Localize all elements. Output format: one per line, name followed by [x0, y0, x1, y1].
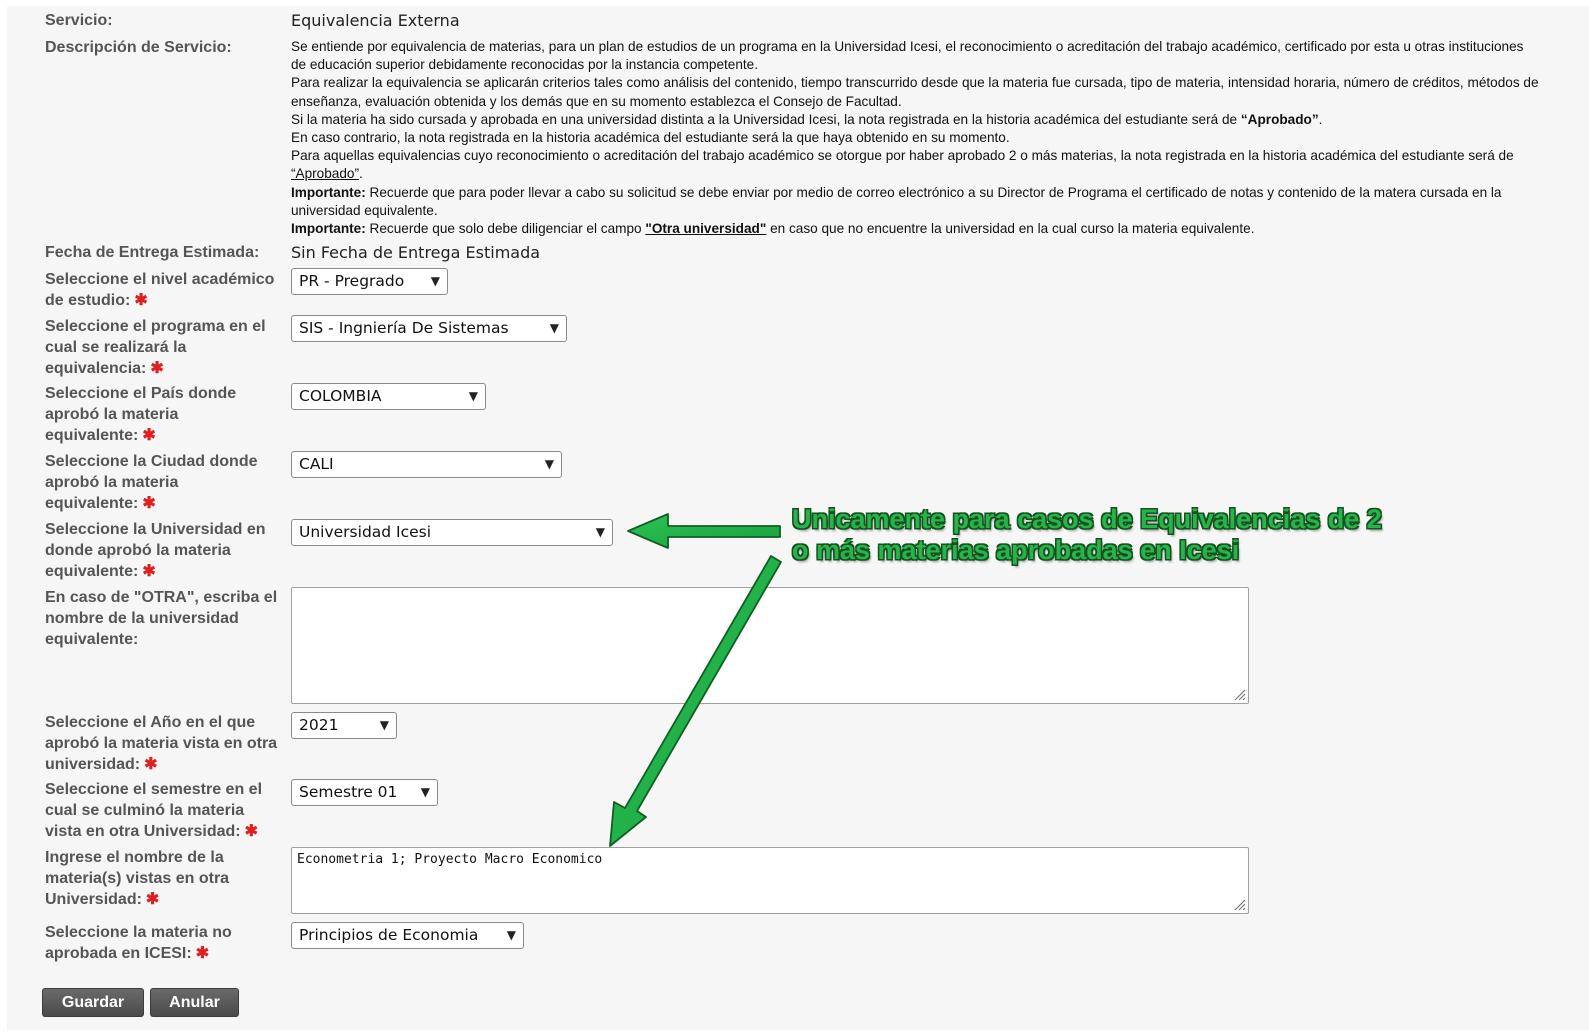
annotation-line2: o más materias aprobadas en Icesi — [792, 535, 1240, 565]
arrow-down-icon — [609, 555, 782, 847]
annotation-note: Unicamente para casos de Equivalencias d… — [792, 504, 1382, 566]
arrow-left-icon — [627, 513, 781, 549]
annotation-line1: Unicamente para casos de Equivalencias d… — [792, 504, 1382, 534]
